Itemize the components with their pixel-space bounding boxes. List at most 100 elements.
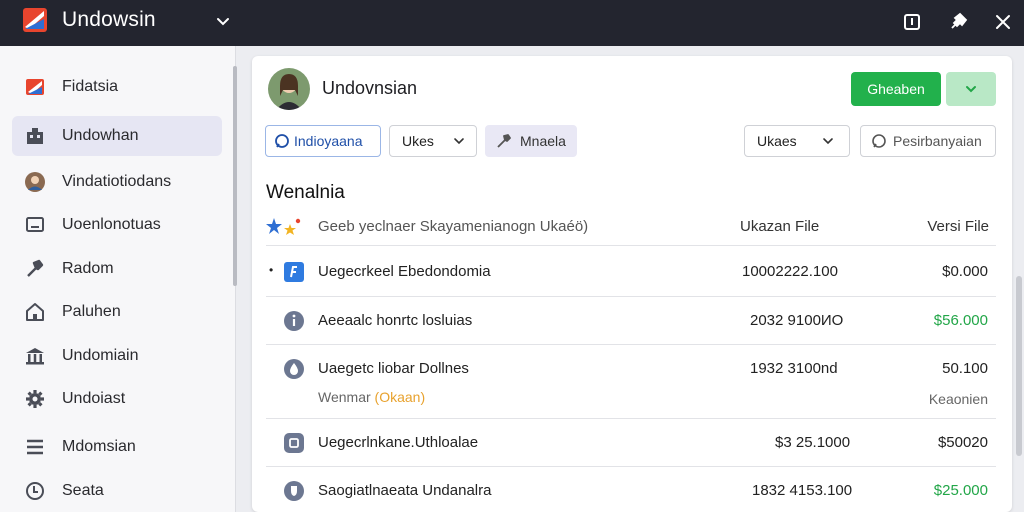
chip-icon: [284, 433, 304, 453]
uk-dropdown-label: Ukes: [402, 133, 434, 149]
row-subtitle-text: Wenmar: [318, 389, 371, 405]
table-row[interactable]: Saogiatlnaeata Undanalra 1832 4153.100 $…: [266, 467, 996, 512]
sidebar-item-label: Undoiast: [62, 390, 126, 407]
main-panel: Undovnsian Gheaben Indioyaana Ukes Mnael…: [252, 56, 1012, 512]
row-price: $50020: [937, 434, 988, 451]
row-price: $25.000: [933, 482, 988, 499]
chevron-down-icon[interactable]: [214, 12, 232, 30]
pin-button[interactable]: [947, 11, 969, 33]
flag-icon: [26, 79, 44, 95]
sidebar-item-label: Seata: [62, 482, 104, 499]
search-label: Pesirbanyaian: [893, 133, 982, 149]
drop-icon: [284, 359, 304, 379]
monitor-icon: [26, 217, 44, 232]
window-restore-icon: [904, 14, 920, 30]
table-row[interactable]: • Uegecrkeel Ebedondomia 10002222.100 $0…: [266, 247, 996, 297]
chevron-down-icon: [822, 138, 833, 145]
sidebar-item-undomiain[interactable]: Undomiain: [12, 336, 222, 376]
row-bullet: •: [269, 263, 274, 277]
user-avatar-icon: [25, 172, 45, 192]
row-name: Uegecrlnkane.Uthloalae: [318, 434, 479, 451]
filter-label: Indioyaana: [294, 133, 363, 149]
sort-dropdown-label: Ukaes: [757, 133, 797, 149]
primary-action-button[interactable]: Gheaben: [851, 72, 941, 106]
close-icon: [996, 15, 1010, 29]
user-photo-icon: [268, 68, 310, 110]
sidebar-item-label: Undomiain: [62, 347, 139, 364]
chat-icon: [275, 134, 289, 148]
sidebar-item-label: Mdomsian: [62, 438, 136, 455]
page-title: Undovnsian: [322, 78, 418, 98]
filter-button[interactable]: Indioyaana: [265, 125, 381, 157]
table-header: Geeb yeclnaer Skayamenianogn Ukaéö) Ukaz…: [266, 208, 996, 246]
row-price: $56.000: [933, 312, 988, 329]
sidebar-item-undowhan[interactable]: Undowhan: [12, 116, 222, 156]
table-row[interactable]: Uaegetc liobar Dollnes 1932 3100nd 50.10…: [266, 345, 996, 419]
bank-icon: [26, 348, 44, 365]
chevron-down-icon: [454, 138, 464, 145]
building-icon: [27, 128, 43, 144]
sidebar-item-label: Vindatiotiodans: [62, 173, 172, 190]
sidebar-item-label: Uoenlonotuas: [62, 216, 161, 233]
restore-button[interactable]: [901, 11, 923, 33]
row-price: 50.100: [942, 360, 988, 377]
sidebar-item-fidatsia[interactable]: Fidatsia: [12, 67, 222, 107]
avatar[interactable]: [268, 68, 310, 110]
row-subtitle-right: Keaonien: [928, 391, 988, 407]
star-icon: [266, 218, 301, 235]
sidebar-item-label: Radom: [62, 260, 114, 277]
row-size: $3 25.1000: [775, 434, 851, 451]
row-size: 1832 4153.100: [752, 482, 853, 499]
search-button[interactable]: Pesirbanyaian: [860, 125, 996, 157]
table-row[interactable]: Uegecrlnkane.Uthloalae $3 25.1000 $50020: [266, 419, 996, 467]
row-name: Aeeaalc honrtc losluias: [318, 312, 473, 329]
row-name: Uegecrkeel Ebedondomia: [318, 263, 491, 280]
sidebar-item-label: Undowhan: [62, 127, 139, 144]
edit-label: Mnaela: [520, 133, 566, 149]
sidebar-item-mdomsian[interactable]: Mdomsian: [12, 427, 222, 467]
primary-dropdown-button[interactable]: [946, 72, 996, 106]
app-blue-icon: [284, 262, 304, 282]
row-status-badge: (Okaan): [374, 389, 426, 405]
row-price: $0.000: [942, 263, 988, 280]
column-header-version[interactable]: Versi File: [927, 218, 989, 235]
sidebar-item-radom[interactable]: Radom: [12, 249, 222, 289]
chevron-down-icon: [966, 86, 976, 93]
chat-search-icon: [872, 134, 886, 148]
sidebar-item-seata[interactable]: Seata: [12, 471, 222, 511]
column-header-size[interactable]: Ukazan File: [740, 218, 819, 235]
section-title: Wenalnia: [266, 182, 345, 203]
row-size: 1932 3100nd: [750, 360, 838, 377]
row-name: Uaegetc liobar Dollnes: [318, 360, 469, 377]
title-bar: Undowsin: [0, 0, 1024, 46]
column-header-name[interactable]: Geeb yeclnaer Skayamenianogn Ukaéö): [318, 218, 588, 235]
table-row[interactable]: Aeeaalc honrtc losluias 2032 9100ИО $56.…: [266, 297, 996, 345]
row-name: Saogiatlnaeata Undanalra: [318, 482, 492, 499]
sidebar-item-vindatiotiodans[interactable]: Vindatiotiodans: [12, 162, 222, 202]
shield-icon: [284, 481, 304, 501]
clock-icon: [26, 482, 44, 500]
sidebar-item-uoenlonotuas[interactable]: Uoenlonotuas: [12, 205, 222, 245]
sort-dropdown[interactable]: Ukaes: [744, 125, 850, 157]
tools-icon: [27, 259, 44, 277]
info-icon: [284, 311, 304, 331]
wrench-icon: [497, 134, 511, 148]
menu-icon: [27, 439, 43, 455]
gear-icon: [26, 390, 44, 408]
row-subtitle: Wenmar (Okaan): [318, 389, 425, 405]
sidebar: Fidatsia Undowhan Vindatiotiodans Uoenlo…: [0, 46, 237, 512]
sidebar-item-undoiast[interactable]: Undoiast: [12, 379, 222, 419]
sidebar-scrollbar[interactable]: [233, 66, 237, 286]
main-scrollbar[interactable]: [1016, 276, 1022, 456]
sidebar-item-paluhen[interactable]: Paluhen: [12, 292, 222, 332]
row-size: 10002222.100: [742, 263, 838, 280]
close-button[interactable]: [992, 11, 1014, 33]
app-logo-icon: [23, 8, 47, 32]
uk-dropdown[interactable]: Ukes: [389, 125, 477, 157]
row-size: 2032 9100ИО: [750, 312, 844, 329]
home-icon: [26, 303, 44, 321]
sidebar-item-label: Paluhen: [62, 303, 121, 320]
sidebar-item-label: Fidatsia: [62, 78, 119, 95]
app-title: Undowsin: [62, 8, 156, 31]
edit-button[interactable]: Mnaela: [485, 125, 577, 157]
